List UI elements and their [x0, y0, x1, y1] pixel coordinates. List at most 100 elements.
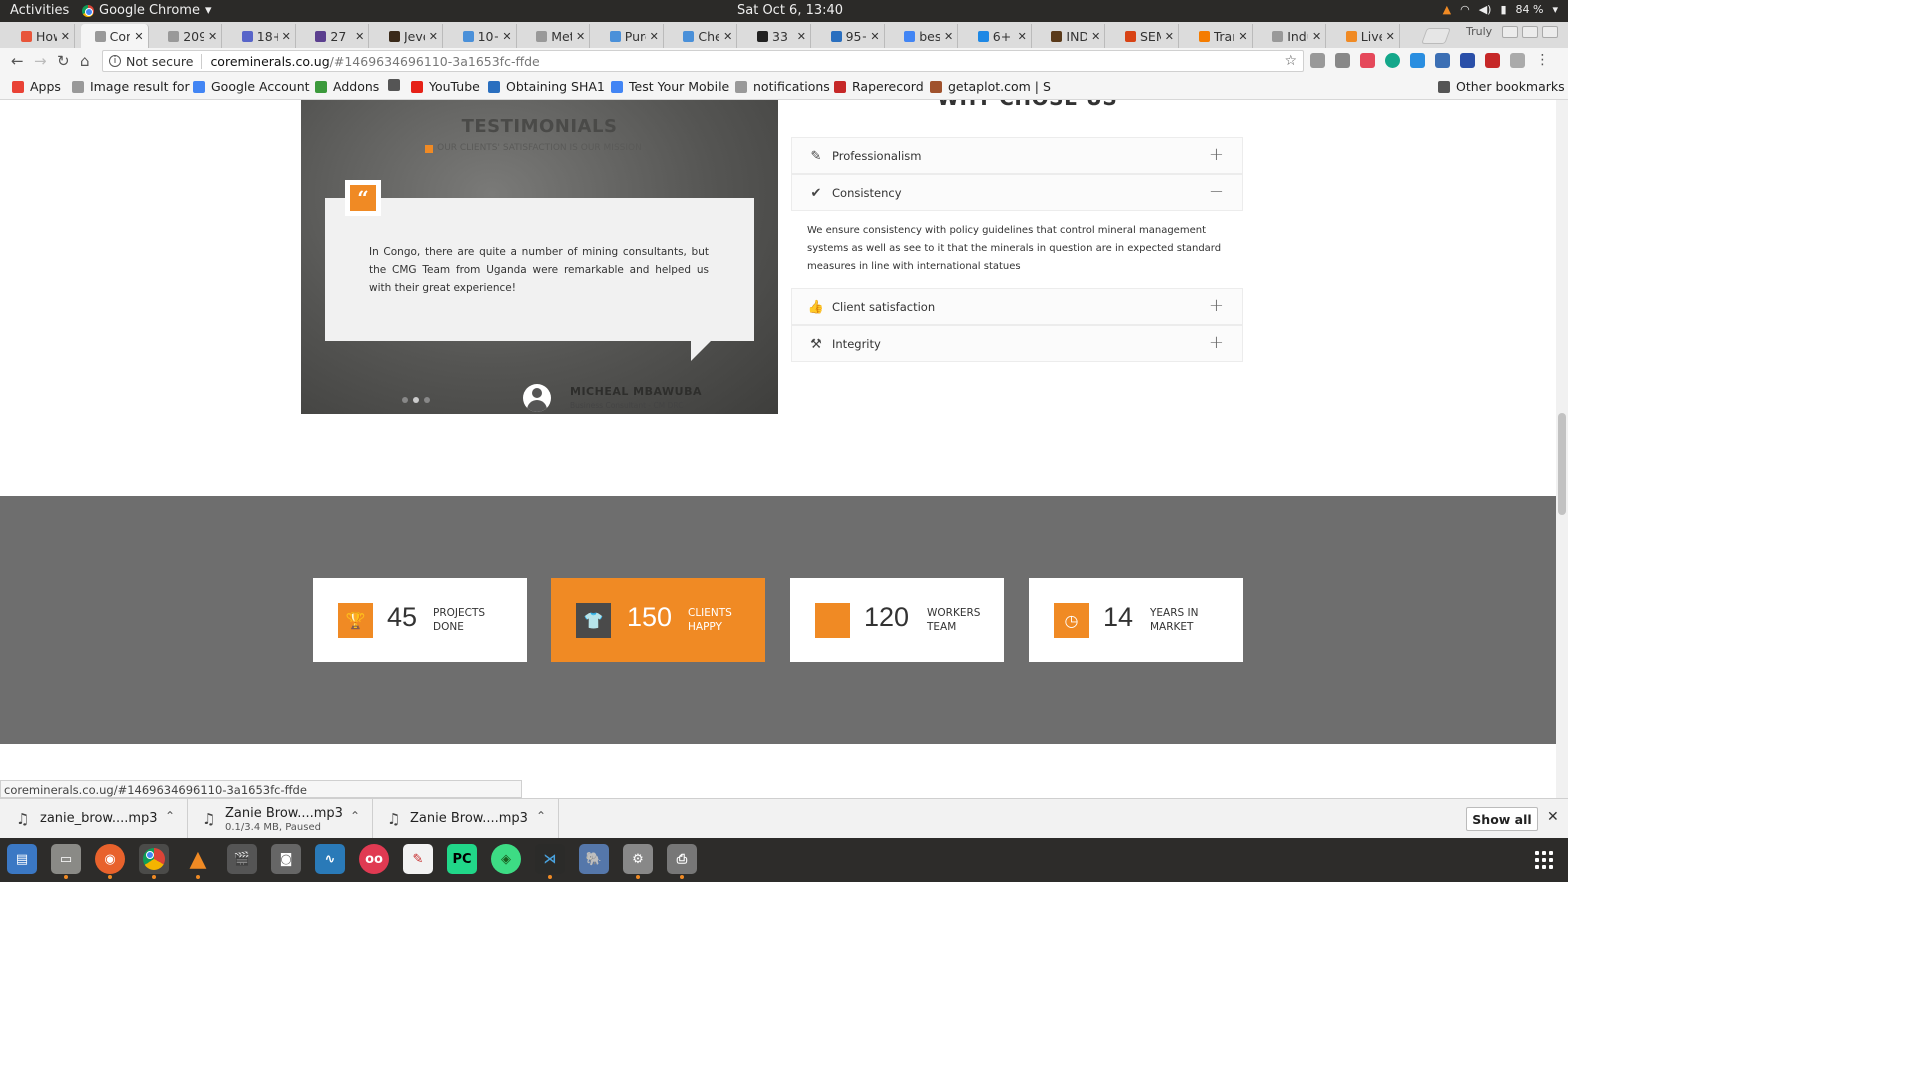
- tab-close-icon[interactable]: ✕: [502, 30, 511, 43]
- chevron-up-icon[interactable]: ⌃: [536, 809, 546, 823]
- tab-close-icon[interactable]: ✕: [1091, 30, 1100, 43]
- expand-icon[interactable]: +: [1209, 144, 1224, 165]
- archive-app-icon[interactable]: ▭: [51, 844, 81, 879]
- accordion-consistency[interactable]: ✔ Consistency −: [791, 174, 1243, 211]
- close-icon[interactable]: ✕: [1547, 809, 1559, 825]
- files-app-icon[interactable]: ▤: [7, 844, 37, 874]
- pin-extension-icon[interactable]: [1485, 53, 1500, 68]
- download-extension-icon[interactable]: [1435, 53, 1450, 68]
- collapse-icon[interactable]: −: [1209, 181, 1224, 202]
- database-app-icon[interactable]: 🐘: [579, 844, 609, 874]
- browser-tab[interactable]: Core✕: [80, 24, 149, 48]
- monitor-app-icon[interactable]: ∿: [315, 844, 345, 874]
- other-bookmarks[interactable]: Other bookmarks: [1438, 79, 1565, 94]
- cast-extension-icon[interactable]: [1335, 53, 1350, 68]
- tab-close-icon[interactable]: ✕: [1238, 30, 1247, 43]
- profile-button[interactable]: Truly: [1466, 25, 1492, 38]
- browser-tab[interactable]: Jeve ✕: [375, 24, 443, 48]
- scrollbar-thumb[interactable]: [1558, 413, 1566, 515]
- accordion-professionalism[interactable]: ✎ Professionalism +: [791, 137, 1243, 174]
- show-all-button[interactable]: Show all: [1466, 807, 1538, 831]
- expand-icon[interactable]: +: [1209, 332, 1224, 353]
- bookmark-item[interactable]: Google Account: [193, 79, 310, 94]
- activities-button[interactable]: Activities: [10, 3, 69, 18]
- browser-tab[interactable]: Meta ✕: [522, 24, 591, 48]
- blue-extension-icon[interactable]: [1410, 53, 1425, 68]
- download-item[interactable]: ♫ zanie_brow....mp3 ⌃: [0, 799, 188, 839]
- bookmark-item[interactable]: YouTube: [411, 79, 480, 94]
- minimize-button[interactable]: [1502, 26, 1518, 38]
- browser-tab[interactable]: Indu ✕: [1258, 24, 1327, 48]
- browser-tab[interactable]: 95+ I✕: [817, 24, 885, 48]
- chevron-up-icon[interactable]: ⌃: [350, 809, 360, 823]
- tab-close-icon[interactable]: ✕: [61, 30, 70, 43]
- browser-tab[interactable]: 6+ M ✕: [964, 24, 1032, 48]
- bookmark-item[interactable]: Addons: [315, 79, 379, 94]
- security-label[interactable]: Not secure: [126, 53, 203, 69]
- tab-close-icon[interactable]: ✕: [355, 30, 364, 43]
- info-icon[interactable]: i: [109, 55, 121, 67]
- download-item[interactable]: ♫ Zanie Brow....mp3 ⌃: [373, 799, 559, 839]
- maximize-button[interactable]: [1522, 26, 1538, 38]
- tab-close-icon[interactable]: ✕: [1165, 30, 1174, 43]
- browser-tab[interactable]: Live ✕: [1332, 24, 1400, 48]
- accordion-client-satisfaction[interactable]: 👍 Client satisfaction +: [791, 288, 1243, 325]
- browser-tab[interactable]: 33 + ✕: [743, 24, 811, 48]
- chrome-taskbar-icon[interactable]: [139, 844, 169, 879]
- tab-close-icon[interactable]: ✕: [1312, 30, 1321, 43]
- tab-close-icon[interactable]: ✕: [1386, 30, 1395, 43]
- camera-app-icon[interactable]: ◙: [271, 844, 301, 874]
- carousel-dot[interactable]: [402, 397, 408, 403]
- book-extension-icon[interactable]: [1460, 53, 1475, 68]
- bookmark-item[interactable]: Obtaining SHA1: [488, 79, 605, 94]
- dots-app-icon[interactable]: oo: [359, 844, 389, 874]
- green-extension-icon[interactable]: [1385, 53, 1400, 68]
- camera-extension-icon[interactable]: [1310, 53, 1325, 68]
- browser-tab[interactable]: best ✕: [890, 24, 959, 48]
- browser-tab[interactable]: Tran✕: [1185, 24, 1253, 48]
- app-menu[interactable]: Google Chrome ▾: [82, 3, 212, 18]
- bookmark-item[interactable]: getaplot.com | S: [930, 79, 1051, 94]
- tab-close-icon[interactable]: ✕: [429, 30, 438, 43]
- download-item[interactable]: ♫ Zanie Brow....mp3 0.1/3.4 MB, Paused ⌃: [188, 799, 373, 839]
- firefox-icon[interactable]: ◉: [95, 844, 125, 879]
- browser-tab[interactable]: 27 B ✕: [301, 24, 370, 48]
- vlc-icon[interactable]: ▲: [183, 844, 213, 879]
- pycharm-icon[interactable]: PC: [447, 844, 477, 874]
- tab-close-icon[interactable]: ✕: [282, 30, 291, 43]
- tab-close-icon[interactable]: ✕: [870, 30, 879, 43]
- forward-icon[interactable]: →: [34, 52, 47, 70]
- page-scrollbar[interactable]: [1556, 100, 1568, 798]
- bookmark-item[interactable]: Test Your Mobile: [611, 79, 729, 94]
- tab-close-icon[interactable]: ✕: [723, 30, 732, 43]
- link-extension-icon[interactable]: [1510, 53, 1525, 68]
- tab-close-icon[interactable]: ✕: [208, 30, 217, 43]
- browser-tab[interactable]: SEM ✕: [1111, 24, 1179, 48]
- tab-close-icon[interactable]: ✕: [944, 30, 953, 43]
- menu-icon[interactable]: ⋮: [1535, 53, 1550, 68]
- carousel-dot[interactable]: [424, 397, 430, 403]
- new-tab-button[interactable]: [1421, 28, 1451, 44]
- settings-app-icon[interactable]: ⚙: [623, 844, 653, 879]
- vscode-icon[interactable]: ⋊: [535, 844, 565, 879]
- chevron-up-icon[interactable]: ⌃: [165, 809, 175, 823]
- android-studio-icon[interactable]: ◈: [491, 844, 521, 874]
- tab-close-icon[interactable]: ✕: [797, 30, 806, 43]
- tab-close-icon[interactable]: ✕: [1018, 30, 1027, 43]
- bookmark-item[interactable]: [388, 79, 406, 91]
- tab-close-icon[interactable]: ✕: [650, 30, 659, 43]
- bookmark-star-icon[interactable]: ☆: [1284, 53, 1297, 69]
- address-bar[interactable]: i Not secure coreminerals.co.ug/#1469634…: [102, 50, 1304, 72]
- home-icon[interactable]: ⌂: [80, 52, 90, 70]
- expand-icon[interactable]: +: [1209, 295, 1224, 316]
- browser-tab[interactable]: How ✕: [7, 24, 75, 48]
- show-applications-icon[interactable]: [1535, 851, 1553, 869]
- system-tray[interactable]: ▲ ◠ ◀) ▮ 84 % ▾: [1443, 3, 1558, 16]
- clock[interactable]: Sat Oct 6, 13:40: [737, 3, 843, 18]
- browser-tab[interactable]: 209. ✕: [154, 24, 223, 48]
- browser-tab[interactable]: INDU ✕: [1037, 24, 1106, 48]
- vlc-tray-icon[interactable]: ▲: [1443, 3, 1451, 16]
- bookmark-item[interactable]: Raperecord: [834, 79, 924, 94]
- browser-tab[interactable]: Chec ✕: [669, 24, 738, 48]
- video-editor-icon[interactable]: 🎬: [227, 844, 257, 874]
